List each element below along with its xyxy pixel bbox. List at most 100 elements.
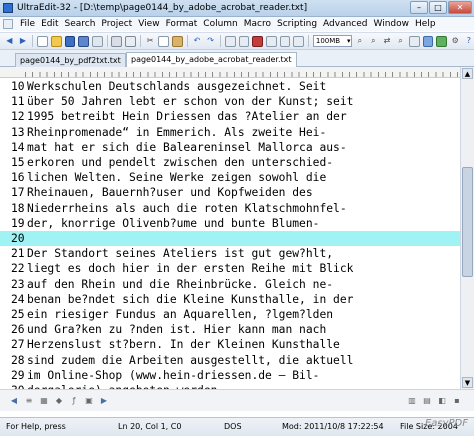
new-file-icon[interactable] — [37, 35, 48, 47]
word-wrap-icon[interactable] — [224, 35, 236, 47]
bookmark-icon[interactable] — [293, 35, 304, 47]
save-all-icon[interactable] — [78, 35, 89, 47]
status-bar: For Help, press Ln 20, Col 1, C0 DOS Mod… — [0, 417, 474, 436]
find-next-icon[interactable]: ⌕ — [368, 36, 379, 47]
column-ruler — [0, 67, 474, 78]
print-preview-icon[interactable] — [125, 35, 136, 47]
menu-format[interactable]: Format — [163, 19, 201, 29]
browser-view-icon[interactable] — [436, 35, 447, 47]
lock-icon[interactable]: ▣ — [83, 395, 95, 407]
panel-toggle-icon[interactable]: ◧ — [436, 395, 448, 407]
line-text: ein riesiger Fundus an Aquarellen, ?lgem… — [27, 308, 334, 321]
spell-check-icon[interactable] — [279, 35, 291, 47]
split-horizontal-icon[interactable]: ▤ — [421, 395, 433, 407]
editor-line: 12 1995 betreibt Hein Driessen das ?Ateli… — [0, 109, 460, 124]
maximize-button[interactable]: □ — [429, 1, 447, 14]
toolbar: ◀ ▶ ✂ ↶ ↷ 100MB ▾ ⌕ ⌕ ⇄ ⌕ ⚙ ? — [0, 32, 474, 50]
line-text: lichen Welten. Seine Werke zeigen sowohl… — [27, 171, 327, 185]
line-number: 11 — [11, 95, 25, 109]
undo-icon[interactable]: ↶ — [192, 36, 203, 47]
forward-icon[interactable]: ▶ — [18, 36, 29, 47]
line-number: 28 — [11, 353, 25, 367]
tab-adobe-acrobat-reader[interactable]: page0144_by_adobe_acrobat_reader.txt — [126, 52, 297, 67]
editor-line: 11 über 50 Jahren lebt er schon von der K… — [0, 94, 460, 109]
line-number: 23 — [11, 277, 25, 291]
current-line-highlight: 20 — [0, 231, 460, 247]
editor-line: 13 Rheinpromenade“ in Emmerich. Als zweit… — [0, 125, 460, 140]
text-editor[interactable]: 10 Werkschulen Deutschlands ausgezeichnet… — [0, 78, 460, 389]
line-text: liegt es doch hier in der ersten Reihe m… — [27, 262, 354, 276]
menu-help[interactable]: Help — [412, 19, 439, 29]
print-icon[interactable] — [111, 35, 123, 47]
document-menu-icon[interactable] — [3, 19, 13, 29]
editor-line: 26 und Gra?ken zu ?nden ist. Hier kann ma… — [0, 322, 460, 337]
menu-search[interactable]: Search — [62, 19, 99, 29]
app-icon — [3, 3, 13, 13]
menu-bar: File Edit Search Project View Format Col… — [0, 17, 474, 31]
line-number: 17 — [11, 186, 25, 200]
ftp-icon[interactable] — [422, 35, 434, 47]
menu-project[interactable]: Project — [98, 19, 135, 29]
tag-icon[interactable]: ◆ — [53, 395, 65, 407]
hex-mode-icon[interactable] — [252, 35, 263, 47]
redo-icon[interactable]: ↷ — [205, 36, 216, 47]
split-view-icon[interactable]: ▥ — [406, 395, 418, 407]
line-number: 19 — [11, 216, 25, 230]
line-text: im Online-Shop (www.hein-driessen.de – B… — [27, 368, 320, 382]
line-text: 1995 betreibt Hein Driessen das ?Atelier… — [27, 110, 347, 124]
close-file-icon[interactable] — [91, 35, 103, 47]
scroll-left-icon[interactable]: ◀ — [8, 395, 20, 407]
editor-line: 16 lichen Welten. Seine Werke zeigen sowo… — [0, 170, 460, 185]
help-icon[interactable]: ? — [464, 36, 474, 47]
menu-view[interactable]: View — [135, 19, 162, 29]
scroll-down-icon[interactable]: ▼ — [462, 377, 473, 388]
back-icon[interactable]: ◀ — [4, 36, 15, 47]
editor-line: 19 der, knorrige Olivenb?ume und bunte Bl… — [0, 216, 460, 231]
line-text: und Gra?ken zu ?nden ist. Hier kann man … — [27, 323, 327, 337]
tab-pdf2txt[interactable]: page0144_by_pdf2txt.txt — [15, 53, 126, 67]
editor-line: 29 im Online-Shop (www.hein-driessen.de –… — [0, 368, 460, 383]
menu-scripting[interactable]: Scripting — [274, 19, 320, 29]
minimize-button[interactable]: – — [410, 1, 428, 14]
goto-icon[interactable] — [408, 35, 420, 47]
line-number: 12 — [11, 110, 25, 124]
menu-advanced[interactable]: Advanced — [320, 19, 370, 29]
editor-line: 15 erkoren und pendelt zwischen den unter… — [0, 155, 460, 170]
column-mode-icon[interactable] — [265, 35, 277, 47]
menu-macro[interactable]: Macro — [241, 19, 274, 29]
line-numbers-icon[interactable] — [238, 35, 250, 47]
paste-icon[interactable] — [172, 35, 183, 47]
line-number: 16 — [11, 171, 25, 185]
settings-icon[interactable]: ⚙ — [450, 36, 461, 47]
cut-icon[interactable]: ✂ — [145, 36, 156, 47]
find-icon[interactable]: ⌕ — [355, 36, 366, 47]
scroll-up-icon[interactable]: ▲ — [462, 68, 473, 79]
scroll-thumb[interactable] — [462, 167, 473, 277]
line-text: Herzenslust st?bern. In der Kleinen Kuns… — [27, 338, 340, 352]
find-in-files-icon[interactable]: ⌕ — [395, 36, 406, 47]
scroll-right-icon[interactable]: ▶ — [98, 395, 110, 407]
status-line-ending: DOS — [224, 422, 242, 431]
line-text: benan be?ndet sich die Kleine Kunsthalle… — [27, 292, 354, 306]
close-button[interactable]: ✕ — [448, 1, 472, 14]
output-icon[interactable]: ▦ — [38, 395, 50, 407]
function-icon[interactable]: ƒ — [68, 395, 80, 407]
chevron-down-icon: ▾ — [347, 37, 351, 45]
menu-window[interactable]: Window — [371, 19, 413, 29]
replace-icon[interactable]: ⇄ — [382, 36, 393, 47]
menu-file[interactable]: File — [17, 19, 38, 29]
copy-icon[interactable] — [158, 35, 170, 47]
toolbar-separator — [219, 35, 221, 47]
menu-edit[interactable]: Edit — [38, 19, 61, 29]
ruler-ticks — [25, 72, 460, 77]
vertical-scrollbar[interactable]: ▲ ▼ — [460, 67, 474, 389]
list-icon[interactable]: ≡ — [23, 395, 35, 407]
line-text: mat hat er sich die Baleareninsel Mallor… — [27, 140, 347, 154]
memory-dropdown[interactable]: 100MB ▾ — [312, 35, 352, 47]
save-icon[interactable] — [64, 35, 76, 47]
line-text: erkoren und pendelt zwischen den untersc… — [27, 156, 334, 169]
panel-close-icon[interactable]: ▪ — [451, 395, 463, 407]
editor-line: 21 Der Standort seines Ateliers ist gut g… — [0, 246, 460, 261]
open-folder-icon[interactable] — [50, 35, 62, 47]
menu-column[interactable]: Column — [200, 19, 240, 29]
